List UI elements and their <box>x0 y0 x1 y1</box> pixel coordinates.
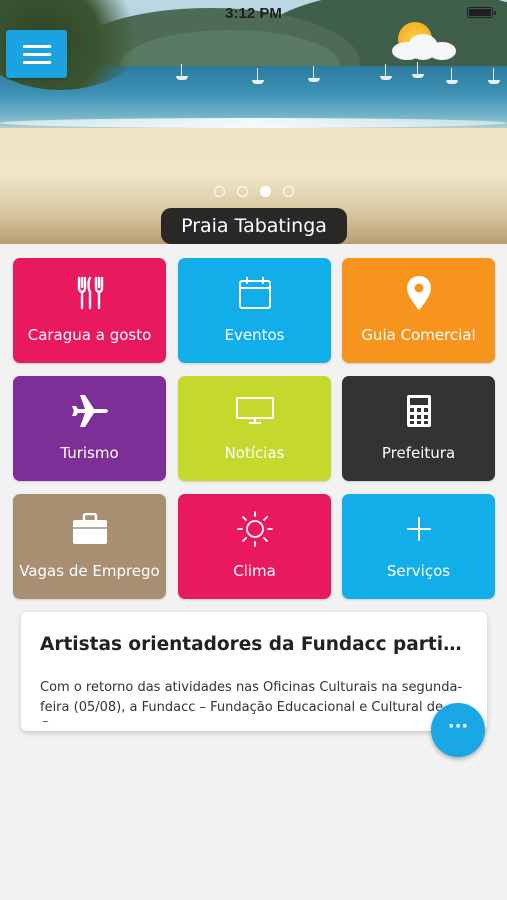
news-excerpt: Com o retorno das atividades nas Oficina… <box>40 680 463 722</box>
tile-servicos[interactable]: Serviços <box>342 494 495 599</box>
more-dots-icon[interactable]: ··· <box>431 703 485 757</box>
pagination-dot[interactable] <box>214 186 225 197</box>
shore-line <box>0 118 507 128</box>
tv-icon <box>178 393 331 429</box>
tile-turismo[interactable]: Turismo <box>13 376 166 481</box>
tile-label: Clima <box>233 562 276 580</box>
news-title[interactable]: Artistas orientadores da Fundacc partici… <box>40 634 470 655</box>
carousel-pagination[interactable] <box>214 186 294 197</box>
sun-icon <box>178 511 331 547</box>
partly-cloudy-icon[interactable] <box>388 18 458 64</box>
tile-label: Caragua a gosto <box>27 326 152 344</box>
tile-noticias[interactable]: Notícias <box>178 376 331 481</box>
hamburger-menu-icon[interactable] <box>6 30 67 78</box>
tile-label: Guia Comercial <box>361 326 476 344</box>
tile-label: Eventos <box>224 326 285 344</box>
tile-label: Serviços <box>386 562 451 580</box>
calendar-icon <box>178 275 331 311</box>
hero-banner[interactable]: 3:12 PM Praia Tabatinga <box>0 0 507 244</box>
calculator-icon <box>342 393 495 429</box>
briefcase-icon <box>13 511 166 547</box>
pagination-dot[interactable] <box>237 186 248 197</box>
tile-vagas-de-emprego[interactable]: Vagas de Emprego <box>13 494 166 599</box>
tile-clima[interactable]: Clima <box>178 494 331 599</box>
tile-label: Notícias <box>224 444 285 462</box>
tile-label: Turismo <box>60 444 119 462</box>
airplane-icon <box>13 393 166 429</box>
news-card[interactable]: Artistas orientadores da Fundacc partici… <box>21 612 487 731</box>
battery-icon <box>467 7 496 18</box>
fork-knife-icon <box>13 275 166 311</box>
pagination-dot-active[interactable] <box>260 186 271 197</box>
tile-guia-comercial[interactable]: Guia Comercial <box>342 258 495 363</box>
plus-icon <box>342 511 495 547</box>
tile-label: Prefeitura <box>381 444 456 462</box>
tile-prefeitura[interactable]: Prefeitura <box>342 376 495 481</box>
map-pin-icon <box>342 275 495 311</box>
banner-caption: Praia Tabatinga <box>161 208 347 244</box>
tile-eventos[interactable]: Eventos <box>178 258 331 363</box>
tile-caragua-a-gosto[interactable]: Caragua a gosto <box>13 258 166 363</box>
tile-label: Vagas de Emprego <box>19 562 160 580</box>
pagination-dot[interactable] <box>283 186 294 197</box>
